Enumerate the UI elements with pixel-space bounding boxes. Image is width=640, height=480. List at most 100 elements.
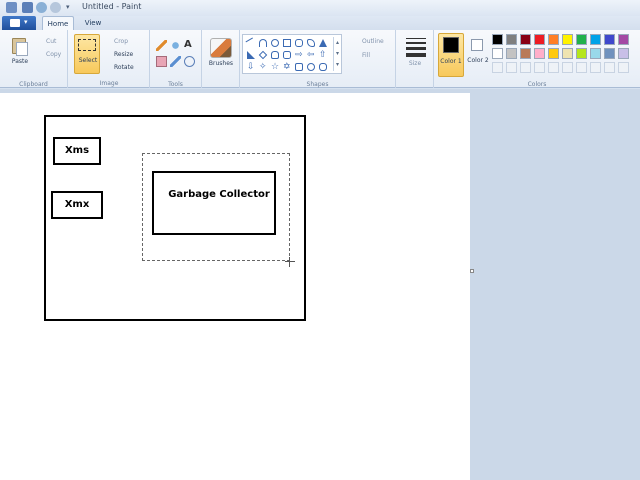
xms-box: Xms: [53, 137, 101, 165]
right-arrow-shape-icon[interactable]: ⇨: [295, 51, 303, 60]
paint-menu-button[interactable]: ▾: [2, 16, 36, 30]
crop-button[interactable]: Crop: [114, 38, 128, 45]
garbage-collector-label: Garbage Collector: [168, 189, 270, 200]
title-bar: ▾ Untitled - Paint: [0, 0, 640, 16]
color-swatch[interactable]: [618, 48, 629, 59]
color-swatch[interactable]: [576, 34, 587, 45]
line-width-icon[interactable]: [406, 38, 426, 57]
custom-color-slot[interactable]: [506, 62, 517, 73]
custom-color-slot[interactable]: [548, 62, 559, 73]
color1-swatch: [443, 37, 459, 53]
color1-label: Color 1: [440, 58, 462, 65]
curve-shape-icon[interactable]: [259, 39, 267, 47]
custom-color-slot[interactable]: [520, 62, 531, 73]
shapes-scroll-icon[interactable]: ▴ ▾ ▾: [333, 37, 341, 71]
magnifier-icon[interactable]: [184, 56, 195, 67]
color-swatch[interactable]: [604, 48, 615, 59]
brushes-button[interactable]: Brushes: [204, 60, 238, 67]
color-swatch[interactable]: [492, 48, 503, 59]
four-point-star-shape-icon[interactable]: ✧: [259, 63, 267, 72]
rounded-rectangle-shape-icon[interactable]: [295, 39, 303, 47]
fill-button[interactable]: Fill: [362, 52, 370, 59]
color-swatch[interactable]: [492, 34, 503, 45]
custom-color-slot[interactable]: [604, 62, 615, 73]
quick-access-dropdown-icon[interactable]: ▾: [66, 3, 70, 11]
custom-color-slot[interactable]: [562, 62, 573, 73]
clipboard-group-label: Clipboard: [19, 81, 48, 88]
color-swatch[interactable]: [534, 48, 545, 59]
save-icon[interactable]: [22, 2, 33, 13]
cloud-callout-shape-icon[interactable]: [319, 63, 327, 71]
size-button[interactable]: Size: [400, 60, 430, 67]
custom-color-slot[interactable]: [534, 62, 545, 73]
rotate-button[interactable]: Rotate: [114, 64, 134, 71]
paste-icon[interactable]: [12, 38, 28, 56]
triangle-shape-icon[interactable]: [319, 39, 327, 47]
six-point-star-shape-icon[interactable]: ✡: [283, 63, 291, 72]
color-palette: [492, 34, 638, 76]
polygon-shape-icon[interactable]: [307, 39, 315, 47]
xmx-box: Xmx: [51, 191, 103, 219]
hexagon-shape-icon[interactable]: [283, 51, 291, 59]
color-swatch[interactable]: [520, 34, 531, 45]
custom-color-slot[interactable]: [492, 62, 503, 73]
color-swatch[interactable]: [604, 34, 615, 45]
color-swatch[interactable]: [562, 48, 573, 59]
up-arrow-shape-icon[interactable]: ⇧: [319, 51, 327, 60]
tools-group: A Tools: [150, 30, 202, 88]
color-swatch[interactable]: [506, 48, 517, 59]
color-swatch[interactable]: [534, 34, 545, 45]
down-arrow-shape-icon[interactable]: ⇩: [247, 63, 255, 72]
custom-color-slot[interactable]: [576, 62, 587, 73]
fill-bucket-icon[interactable]: [170, 40, 181, 51]
custom-color-slot[interactable]: [590, 62, 601, 73]
ribbon-tabs: ▾ Home View: [0, 16, 640, 30]
resize-button[interactable]: Resize: [114, 51, 133, 58]
redo-icon[interactable]: [50, 2, 61, 13]
color2-swatch: [471, 39, 483, 51]
select-button[interactable]: Select: [74, 34, 100, 74]
color-swatch[interactable]: [590, 48, 601, 59]
rectangle-shape-icon[interactable]: [283, 39, 291, 47]
five-point-star-shape-icon[interactable]: ☆: [271, 63, 279, 72]
color-swatch[interactable]: [548, 34, 559, 45]
paint-app-icon[interactable]: [6, 2, 17, 13]
paste-button[interactable]: Paste: [6, 58, 34, 65]
color-swatch[interactable]: [548, 48, 559, 59]
tab-home[interactable]: Home: [42, 16, 74, 30]
right-triangle-shape-icon[interactable]: [247, 51, 255, 59]
custom-color-slot[interactable]: [618, 62, 629, 73]
text-icon[interactable]: A: [184, 39, 195, 50]
canvas-resize-handle[interactable]: [470, 269, 474, 273]
tab-view[interactable]: View: [78, 16, 108, 30]
oval-callout-shape-icon[interactable]: [307, 63, 315, 71]
outline-button[interactable]: Outline: [362, 38, 384, 45]
copy-button[interactable]: Copy: [46, 51, 61, 58]
diamond-shape-icon[interactable]: [258, 50, 268, 60]
pentagon-shape-icon[interactable]: [271, 51, 279, 59]
pencil-icon[interactable]: [156, 40, 167, 51]
select-label: Select: [78, 57, 98, 64]
image-group-label: Image: [99, 80, 119, 87]
oval-shape-icon[interactable]: [271, 39, 279, 47]
callout-shape-icon[interactable]: [295, 63, 303, 71]
window-title: Untitled - Paint: [82, 2, 142, 11]
shapes-gallery[interactable]: ⇨ ⇦ ⇧ ⇩ ✧ ☆ ✡ ▴ ▾ ▾: [242, 34, 342, 74]
line-shape-icon[interactable]: [245, 37, 257, 49]
color2-button[interactable]: Color 2: [466, 33, 490, 77]
color-swatch[interactable]: [618, 34, 629, 45]
color-swatch[interactable]: [506, 34, 517, 45]
drawing-canvas[interactable]: Xms Xmx Garbage Collector: [0, 93, 470, 480]
left-arrow-shape-icon[interactable]: ⇦: [307, 51, 315, 60]
shapes-group-label: Shapes: [306, 81, 329, 88]
color1-button[interactable]: Color 1: [438, 33, 464, 77]
eraser-icon[interactable]: [156, 56, 167, 67]
undo-icon[interactable]: [36, 2, 47, 13]
color-swatch[interactable]: [562, 34, 573, 45]
brushes-icon[interactable]: [210, 38, 232, 58]
color-picker-icon[interactable]: [170, 56, 181, 67]
color-swatch[interactable]: [590, 34, 601, 45]
cut-button[interactable]: Cut: [46, 38, 56, 45]
color-swatch[interactable]: [576, 48, 587, 59]
color-swatch[interactable]: [520, 48, 531, 59]
